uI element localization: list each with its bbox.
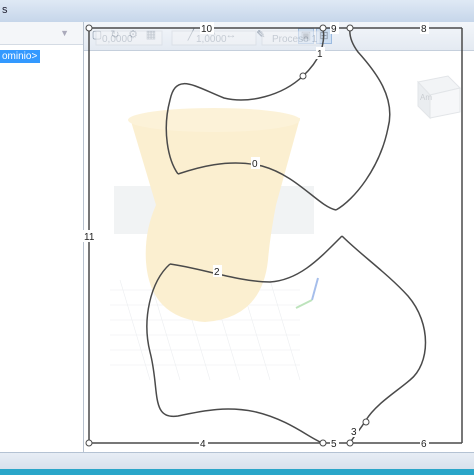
vertex bbox=[346, 439, 354, 447]
sketch-canvas[interactable]: 0,0000 1,0000 Proceso 1 Am 0 1 2 3 4 5 6… bbox=[0, 0, 474, 474]
vertex bbox=[319, 439, 327, 447]
taskbar-strip bbox=[0, 469, 474, 475]
view-cube-label: Am bbox=[420, 93, 432, 102]
vertex bbox=[85, 24, 93, 32]
edge-top-right-curve bbox=[335, 27, 391, 211]
label-edge-1: 1 bbox=[317, 49, 323, 60]
vertex bbox=[299, 72, 307, 80]
axis-triad bbox=[295, 277, 319, 309]
vertex bbox=[85, 439, 93, 447]
label-edge-5: 5 bbox=[331, 439, 337, 450]
label-edge-3: 3 bbox=[351, 427, 357, 438]
edge-bottom-right-curve bbox=[341, 235, 427, 421]
label-edge-6: 6 bbox=[421, 439, 427, 450]
status-bar bbox=[0, 452, 474, 475]
label-edge-0: 0 bbox=[252, 159, 258, 170]
view-cube[interactable]: Am bbox=[417, 75, 461, 120]
vertex bbox=[319, 24, 327, 32]
label-edge-8: 8 bbox=[421, 24, 427, 35]
phase-field: Proceso 1 bbox=[272, 34, 317, 45]
scale-field: 1,0000 bbox=[196, 34, 227, 45]
label-edge-11: 11 bbox=[84, 232, 95, 243]
sketch-boundary bbox=[88, 27, 463, 444]
label-edge-2: 2 bbox=[214, 267, 220, 278]
vertex bbox=[362, 418, 370, 426]
label-edge-9: 9 bbox=[331, 24, 337, 35]
ghost-3d-model bbox=[110, 108, 314, 381]
label-edge-4: 4 bbox=[200, 439, 206, 450]
vertex bbox=[346, 24, 354, 32]
label-edge-10: 10 bbox=[201, 24, 213, 35]
coord-field: 0,0000 bbox=[102, 34, 133, 45]
